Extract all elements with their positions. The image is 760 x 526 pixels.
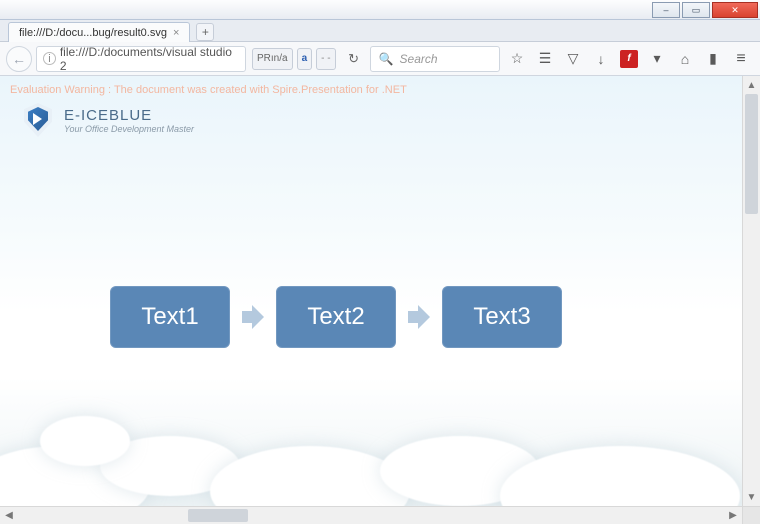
badge-dashes[interactable]: - - [316,48,335,70]
badge-prina[interactable]: PRın/a [252,48,293,70]
site-info-icon[interactable]: i [43,52,56,65]
browser-tab[interactable]: file:///D:/docu...bug/result0.svg × [8,22,190,42]
downloads-icon[interactable]: ↓ [592,50,610,68]
nav-toolbar: ← i file:///D:/documents/visual studio 2… [0,42,760,76]
new-tab-button[interactable]: + [196,23,214,41]
smartart-box-2: Text2 [276,286,396,348]
logo-brand-name: E-ICEBLUE [64,107,194,124]
tab-close-icon[interactable]: × [173,27,179,39]
tab-title: file:///D:/docu...bug/result0.svg [19,27,167,39]
reload-button[interactable]: ↻ [342,47,366,71]
addon-badges: PRın/a a - - [250,48,338,70]
horizontal-scrollbar[interactable]: ◀ ▶ [0,506,760,524]
vertical-scrollbar[interactable]: ▲ ▼ [742,76,760,506]
close-button[interactable]: ✕ [712,2,758,18]
info-square-icon[interactable]: ▮ [704,50,722,68]
vscroll-thumb[interactable] [745,94,758,214]
tab-strip: file:///D:/docu...bug/result0.svg × + [0,20,760,42]
back-button[interactable]: ← [6,46,32,72]
logo-text: E-ICEBLUE Your Office Development Master [64,107,194,134]
browser-viewport: Evaluation Warning : The document was cr… [0,76,760,506]
page-content: Evaluation Warning : The document was cr… [0,76,742,506]
address-bar[interactable]: i file:///D:/documents/visual studio 2 [36,46,246,72]
hamburger-menu-icon[interactable]: ≡ [732,50,750,68]
logo-tagline: Your Office Development Master [64,124,194,134]
window-controls: – ▭ ✕ [652,2,758,18]
pocket-icon[interactable]: ▽ [564,50,582,68]
smartart-box-3: Text3 [442,286,562,348]
search-field[interactable]: 🔍 Search [370,46,500,72]
overflow-icon[interactable]: ▾ [648,50,666,68]
scroll-left-icon[interactable]: ◀ [0,510,18,521]
scroll-right-icon[interactable]: ▶ [724,510,742,521]
evaluation-warning: Evaluation Warning : The document was cr… [10,84,407,96]
arrow-connector-icon [406,303,432,331]
smartart-flow: Text1 Text2 Text3 [110,286,562,348]
search-icon: 🔍 [379,52,394,66]
arrow-connector-icon [240,303,266,331]
hscroll-thumb[interactable] [188,509,248,522]
search-placeholder: Search [400,52,438,66]
bookmark-star-icon[interactable]: ☆ [508,50,526,68]
shield-logo-icon [20,102,56,138]
scroll-up-icon[interactable]: ▲ [743,76,760,94]
home-icon[interactable]: ⌂ [676,50,694,68]
window-titlebar: – ▭ ✕ [0,0,760,20]
url-text: file:///D:/documents/visual studio 2 [60,45,239,73]
smartart-box-1: Text1 [110,286,230,348]
hscroll-track[interactable] [18,507,724,524]
maximize-button[interactable]: ▭ [682,2,710,18]
library-icon[interactable]: ☰ [536,50,554,68]
brand-logo: E-ICEBLUE Your Office Development Master [20,102,194,138]
flash-plugin-icon[interactable]: f [620,50,638,68]
scroll-corner [742,507,760,524]
scroll-down-icon[interactable]: ▼ [743,488,760,506]
cloud-decoration [0,396,742,506]
toolbar-icons: ☆ ☰ ▽ ↓ f ▾ ⌂ ▮ ≡ [504,50,754,68]
badge-a[interactable]: a [297,48,313,70]
minimize-button[interactable]: – [652,2,680,18]
